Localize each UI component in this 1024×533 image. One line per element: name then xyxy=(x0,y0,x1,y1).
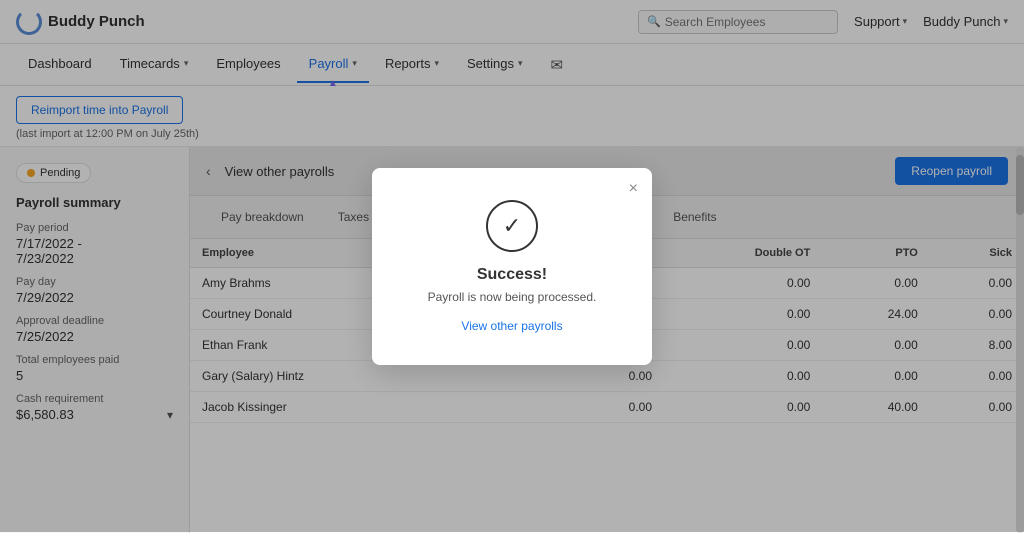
modal-subtitle: Payroll is now being processed. xyxy=(412,290,612,304)
modal-title: Success! xyxy=(412,266,612,284)
modal-overlay: × ✓ Success! Payroll is now being proces… xyxy=(0,0,1024,532)
success-circle-icon: ✓ xyxy=(486,200,538,252)
checkmark-icon: ✓ xyxy=(503,213,521,239)
modal-close-button[interactable]: × xyxy=(629,180,638,198)
view-other-payrolls-link[interactable]: View other payrolls xyxy=(461,319,562,333)
success-modal: × ✓ Success! Payroll is now being proces… xyxy=(372,168,652,365)
